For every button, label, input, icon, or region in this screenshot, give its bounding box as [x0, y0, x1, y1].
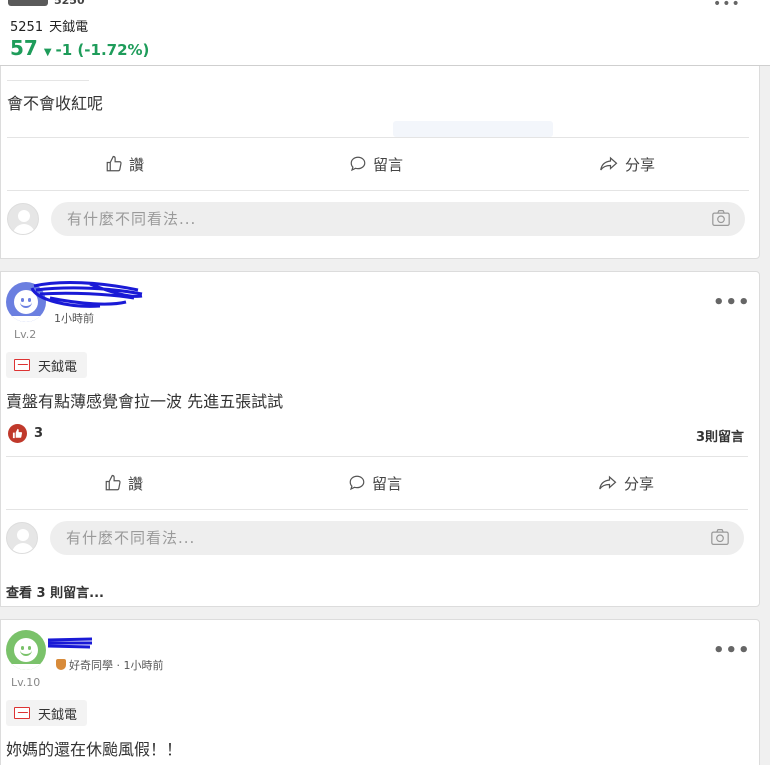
comment-label: 留言	[372, 474, 403, 493]
stock-tag-label: 天鉞電	[38, 707, 78, 723]
post-actions: 讚 留言 分享	[7, 138, 749, 190]
stock-price: 57	[10, 36, 38, 60]
comment-bubble-icon	[350, 156, 366, 172]
more-icon[interactable]: •••	[713, 292, 751, 313]
ticker-price: 57 ▼ -1 (-1.72%)	[10, 36, 149, 60]
more-icon[interactable]: •••	[713, 0, 741, 12]
camera-icon[interactable]	[710, 528, 730, 546]
comment-bubble-icon	[349, 475, 365, 491]
faint-overlay	[393, 121, 553, 137]
camera-icon[interactable]	[711, 209, 731, 227]
share-label: 分享	[625, 155, 656, 174]
stock-logo-icon	[14, 359, 30, 371]
share-button[interactable]: 分享	[598, 457, 654, 509]
like-label: 讚	[129, 155, 145, 174]
share-label: 分享	[624, 474, 655, 493]
stock-name: 天鉞電	[49, 20, 89, 35]
post-meta: 好奇同學 · 1小時前	[56, 657, 164, 673]
user-avatar	[7, 203, 39, 235]
ticker-title[interactable]: 5251 天鉞電	[10, 16, 94, 35]
stock-tag-stub	[7, 73, 89, 81]
view-comments-suffix: 則留言...	[50, 586, 104, 601]
comment-button[interactable]: 留言	[349, 138, 403, 190]
user-badge: 好奇同學	[69, 659, 113, 672]
share-button[interactable]: 分享	[599, 138, 655, 190]
post-card-2	[0, 271, 760, 607]
username-redacted[interactable]	[30, 280, 146, 310]
badge-icon	[56, 659, 66, 670]
comment-label: 留言	[373, 155, 404, 174]
stock-ticker-bar: 5250 ••• 5251 天鉞電 57 ▼ -1 (-1.72%)	[0, 0, 770, 66]
comment-input[interactable]	[51, 202, 745, 236]
divider	[6, 509, 748, 510]
price-change: -1 (-1.72%)	[55, 41, 150, 59]
divider	[7, 190, 749, 191]
stock-tag-label: 天鉞電	[38, 359, 78, 375]
user-avatar	[6, 522, 38, 554]
more-icon[interactable]: •••	[713, 640, 751, 661]
collapsed-header-text: 5250	[54, 0, 85, 7]
stock-code: 5251	[10, 20, 44, 35]
like-button[interactable]: 讚	[105, 138, 144, 190]
down-arrow-icon: ▼	[43, 47, 52, 58]
post-time: 1小時前	[54, 312, 94, 325]
comment-button[interactable]: 留言	[348, 457, 402, 509]
post-actions: 讚 留言 分享	[6, 457, 748, 509]
thumbs-up-icon	[8, 424, 27, 443]
username-redacted[interactable]	[46, 636, 94, 650]
thumbs-up-icon	[105, 474, 121, 491]
comment-row	[7, 201, 749, 237]
view-comments-link[interactable]: 查看 3 則留言...	[6, 582, 104, 601]
comment-count[interactable]: 3則留言	[696, 426, 744, 445]
share-arrow-icon	[599, 475, 617, 490]
post-text: 賣盤有點薄感覺會拉一波 先進五張試試	[6, 392, 284, 411]
user-avatar[interactable]	[6, 630, 46, 670]
like-count: 3	[34, 426, 44, 441]
post-time: 1小時前	[123, 659, 164, 672]
collapsed-thumbnail	[8, 0, 48, 6]
like-summary[interactable]: 3	[8, 424, 43, 443]
like-button[interactable]: 讚	[104, 457, 143, 509]
stock-tag[interactable]: 天鉞電	[6, 700, 88, 726]
thumbs-up-icon	[106, 155, 122, 172]
user-level: Lv.2	[14, 328, 37, 341]
view-comments-prefix: 查看	[6, 586, 33, 601]
stock-logo-icon	[14, 707, 30, 719]
stock-tag[interactable]: 天鉞電	[6, 352, 88, 378]
comment-row	[6, 520, 748, 556]
like-label: 讚	[128, 474, 144, 493]
comment-input[interactable]	[50, 521, 744, 555]
post-text: 會不會收紅呢	[7, 94, 104, 113]
post-text: 妳媽的還在休颱風假！！	[6, 740, 183, 759]
view-comments-count: 3	[36, 586, 46, 601]
share-arrow-icon	[600, 156, 618, 171]
user-level: Lv.10	[11, 676, 41, 689]
